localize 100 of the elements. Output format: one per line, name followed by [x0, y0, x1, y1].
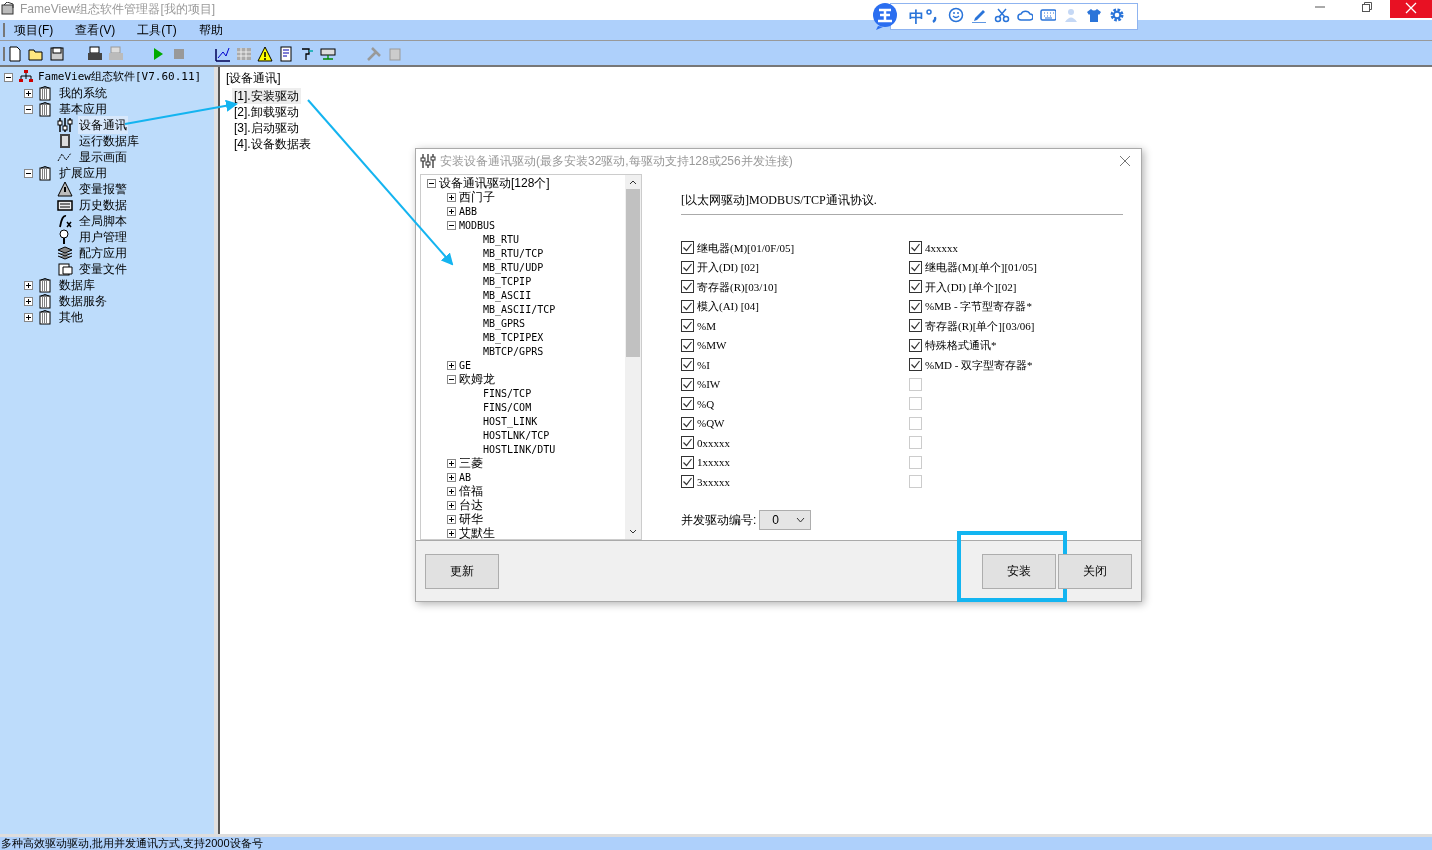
driver-number-dropdown[interactable]: 0	[759, 509, 812, 530]
collapse-icon[interactable]	[427, 178, 436, 188]
collapse-icon[interactable]	[24, 104, 33, 114]
menu-item[interactable]: 工具(T)	[130, 21, 184, 39]
tree-item[interactable]: HOST_LINK	[483, 413, 538, 429]
warning-icon[interactable]	[257, 46, 273, 62]
tree-item[interactable]: 扩展应用	[59, 164, 107, 182]
checkbox[interactable]	[681, 436, 694, 450]
collapse-icon[interactable]	[447, 374, 456, 384]
tree-item[interactable]: 数据库	[59, 276, 95, 294]
checkbox[interactable]	[681, 260, 694, 274]
save-icon[interactable]	[49, 46, 65, 62]
document-icon[interactable]	[278, 46, 294, 62]
cloud-icon[interactable]	[1017, 7, 1033, 23]
tree-item[interactable]: FINS/COM	[483, 399, 532, 415]
collapse-icon[interactable]	[24, 168, 33, 178]
expand-icon[interactable]	[447, 360, 456, 370]
checkbox[interactable]	[681, 397, 694, 411]
checkbox[interactable]	[681, 319, 694, 333]
checkbox[interactable]	[909, 241, 922, 255]
expand-icon[interactable]	[447, 528, 456, 538]
chart-icon[interactable]	[215, 46, 231, 62]
close-icon[interactable]	[1390, 0, 1432, 18]
tree-item[interactable]: 变量文件	[78, 260, 128, 278]
menu-link[interactable]: [4].设备数据表	[232, 136, 313, 152]
expand-icon[interactable]	[447, 486, 456, 496]
expand-icon[interactable]	[24, 280, 33, 290]
scroll-thumb[interactable]	[626, 189, 640, 357]
collapse-icon[interactable]	[4, 72, 13, 82]
expand-icon[interactable]	[447, 472, 456, 482]
network-icon[interactable]	[320, 46, 336, 62]
checkbox[interactable]	[681, 377, 694, 391]
checkbox[interactable]	[681, 241, 694, 255]
pen-icon[interactable]	[971, 7, 987, 23]
checkbox[interactable]	[909, 260, 922, 274]
menu-link[interactable]: [3].启动驱动	[232, 120, 301, 136]
checkbox[interactable]	[909, 280, 922, 294]
tree-item[interactable]: MB_RTU	[483, 231, 520, 247]
tree-item[interactable]: MB_ASCII	[483, 287, 532, 303]
tree-item[interactable]: MB_RTU/TCP	[483, 245, 544, 261]
tree-item[interactable]: 全局脚本	[78, 212, 128, 230]
checkbox[interactable]	[681, 455, 694, 469]
tree-item[interactable]: FameView组态软件[V7.60.11]	[38, 68, 202, 86]
tree-item[interactable]: MB_TCPIPEX	[483, 329, 544, 345]
ime-mode-button[interactable]: 中	[909, 9, 924, 24]
checkbox[interactable]	[909, 299, 922, 313]
tree-item[interactable]: 运行数据库	[78, 132, 140, 150]
checkbox[interactable]	[681, 358, 694, 372]
tree-item[interactable]: MB_ASCII/TCP	[483, 301, 556, 317]
tree-item[interactable]: MB_TCPIP	[483, 273, 532, 289]
checkbox[interactable]	[909, 338, 922, 352]
tree-item[interactable]: 用户管理	[78, 228, 128, 246]
tree-item[interactable]: ABB	[459, 203, 478, 219]
tree-item[interactable]: AB	[459, 469, 472, 485]
install-button[interactable]: 安装	[982, 553, 1056, 589]
expand-icon[interactable]	[24, 296, 33, 306]
expand-icon[interactable]	[447, 206, 456, 216]
tree-item[interactable]: 其他	[59, 308, 83, 326]
tree-item[interactable]: MB_RTU/UDP	[483, 259, 544, 275]
scissors-icon[interactable]	[994, 7, 1010, 23]
tree-item[interactable]: 配方应用	[78, 244, 128, 262]
tree-item[interactable]: MB_GPRS	[483, 315, 526, 331]
checkbox[interactable]	[681, 338, 694, 352]
menu-item[interactable]: 帮助	[191, 21, 230, 39]
expand-icon[interactable]	[447, 458, 456, 468]
new-file-icon[interactable]	[7, 46, 23, 62]
smiley-icon[interactable]	[948, 7, 964, 23]
tree-item[interactable]: MBTCP/GPRS	[483, 343, 544, 359]
tree-item[interactable]: 变量报警	[78, 180, 128, 198]
settings-icon[interactable]	[1109, 7, 1125, 23]
tree-item[interactable]: GE	[459, 357, 472, 373]
checkbox[interactable]	[909, 358, 922, 372]
expand-icon[interactable]	[447, 192, 456, 202]
open-folder-icon[interactable]	[28, 46, 44, 62]
tree-item[interactable]: 基本应用	[59, 100, 107, 118]
menu-link[interactable]: [2].卸载驱动	[232, 104, 301, 120]
expand-icon[interactable]	[24, 88, 33, 98]
collapse-icon[interactable]	[447, 220, 456, 230]
checkbox[interactable]	[681, 280, 694, 294]
scrollbar[interactable]	[625, 175, 641, 539]
expand-icon[interactable]	[447, 514, 456, 524]
tree-item[interactable]: 显示画面	[78, 148, 128, 166]
keyboard-icon[interactable]	[1040, 7, 1056, 23]
checkbox[interactable]	[681, 416, 694, 430]
shirt-icon[interactable]	[1086, 7, 1102, 23]
update-button[interactable]: 更新	[425, 553, 499, 589]
menu-item[interactable]: 项目(F)	[7, 21, 61, 39]
close-icon[interactable]	[1119, 154, 1131, 167]
menu-link[interactable]: [1].安装驱动	[232, 88, 301, 104]
checkbox[interactable]	[681, 299, 694, 313]
close-button[interactable]: 关闭	[1058, 553, 1132, 589]
tree-item[interactable]: 数据服务	[59, 292, 107, 310]
printer-icon[interactable]	[87, 46, 103, 62]
tree-item[interactable]: FINS/TCP	[483, 385, 532, 401]
tree-item[interactable]: 三菱	[459, 454, 483, 472]
tree-item[interactable]: 历史数据	[78, 196, 128, 214]
tree-item[interactable]: 设备通讯	[78, 116, 128, 134]
checkbox[interactable]	[681, 475, 694, 489]
tree-item[interactable]: MODBUS	[459, 217, 496, 233]
checkbox[interactable]	[909, 319, 922, 333]
